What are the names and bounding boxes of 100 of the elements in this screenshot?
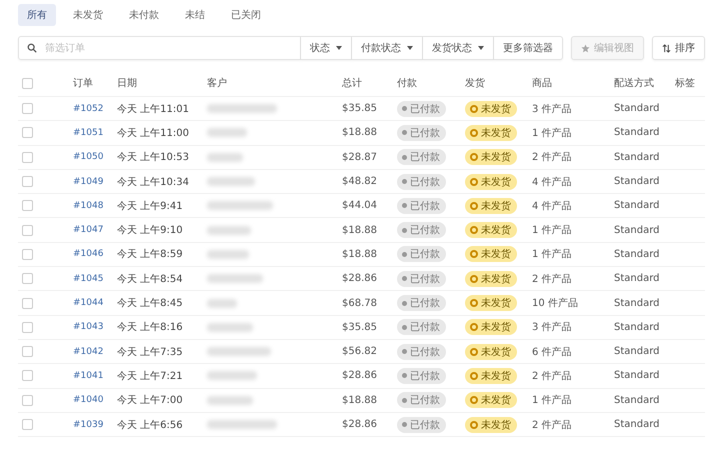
- checkbox[interactable]: [22, 200, 33, 212]
- payment-badge: 已付款: [397, 295, 446, 312]
- order-link[interactable]: #1042: [73, 346, 104, 357]
- table-cell-text: 4 件产品: [532, 200, 572, 213]
- sort-button[interactable]: 排序: [652, 36, 705, 60]
- fulfillment-badge: 未发货: [465, 124, 517, 141]
- order-link[interactable]: #1044: [73, 298, 104, 308]
- order-link[interactable]: #1050: [73, 152, 104, 162]
- fulfillment-badge: 未发货: [465, 368, 517, 384]
- filter-tab[interactable]: 未发货: [64, 4, 112, 26]
- payment-badge: 已付款: [397, 124, 446, 141]
- checkbox[interactable]: [22, 298, 33, 309]
- table-cell: $28.87: [342, 152, 377, 163]
- order-link[interactable]: #1049: [73, 176, 104, 187]
- checkbox[interactable]: [22, 419, 33, 430]
- table-cell-text: 3 件产品: [532, 102, 572, 116]
- checkbox[interactable]: [22, 127, 33, 138]
- filter-tab[interactable]: 未付款: [120, 4, 168, 26]
- fulfillment-badge: 未发货: [465, 222, 517, 238]
- fulfillment-badge: 未发货: [465, 416, 517, 432]
- order-link[interactable]: #1040: [73, 395, 104, 406]
- checkbox[interactable]: [22, 152, 33, 163]
- order-link[interactable]: #1043: [73, 322, 104, 332]
- table-cell: $28.86: [342, 419, 377, 430]
- fulfillment-badge: 未发货: [465, 295, 517, 312]
- order-link[interactable]: #1039: [73, 420, 104, 430]
- table-cell: Standard: [614, 298, 660, 309]
- table-cell-text: 今天 上午8:16: [117, 320, 183, 334]
- search-field[interactable]: 筛选订单: [18, 36, 301, 60]
- table-cell-text: 1 件产品: [532, 248, 572, 262]
- redacted-text: [207, 201, 273, 210]
- fulfillment-badge: 未发货: [465, 174, 517, 190]
- redacted-text: [207, 322, 253, 332]
- checkbox[interactable]: [22, 248, 33, 260]
- payment-badge: 已付款: [397, 368, 446, 384]
- filter-button[interactable]: 状态: [301, 36, 352, 60]
- fulfillment-badge: 未发货: [465, 270, 517, 287]
- table-cell-text: 1 件产品: [532, 224, 572, 238]
- table-cell-text: 今天 上午7:35: [117, 346, 183, 359]
- table-cell: Standard: [614, 103, 660, 114]
- fulfillment-badge: 未发货: [465, 344, 517, 360]
- filter-tab[interactable]: 所有: [18, 4, 56, 26]
- table-cell: $18.88: [342, 394, 377, 406]
- checkbox[interactable]: [22, 346, 33, 358]
- redacted-text: [207, 177, 255, 186]
- filter-button[interactable]: 更多筛选器: [494, 36, 563, 60]
- payment-badge: 已付款: [397, 222, 446, 238]
- redacted-text: [207, 226, 251, 235]
- filter-tab[interactable]: 未结: [176, 4, 214, 26]
- checkbox[interactable]: [22, 224, 33, 236]
- payment-badge: 已付款: [397, 392, 446, 408]
- order-link[interactable]: #1047: [73, 225, 104, 236]
- table-cell-text: 今天 上午6:56: [117, 418, 183, 432]
- filter-tab[interactable]: 已关闭: [222, 4, 270, 26]
- table-cell-text: 今天 上午7:21: [117, 370, 183, 383]
- column-header: 总计: [342, 76, 362, 90]
- table-cell: $44.04: [342, 200, 377, 212]
- table-cell-text: 2 件产品: [532, 272, 572, 286]
- table-cell-text: 今天 上午9:41: [117, 200, 183, 213]
- checkbox[interactable]: [22, 322, 33, 333]
- table-cell: $35.85: [342, 322, 377, 333]
- fulfillment-badge: 未发货: [465, 100, 517, 117]
- table-cell-text: 今天 上午8:54: [117, 272, 183, 286]
- table-cell: $35.85: [342, 103, 377, 114]
- order-link[interactable]: #1052: [73, 104, 104, 114]
- redacted-text: [207, 420, 277, 429]
- payment-badge: 已付款: [397, 270, 446, 287]
- checkbox[interactable]: [22, 78, 33, 88]
- order-link[interactable]: #1041: [73, 370, 104, 381]
- checkbox[interactable]: [22, 103, 33, 114]
- column-header: 日期: [117, 76, 137, 90]
- table-cell-text: 2 件产品: [532, 150, 572, 164]
- star-icon: [581, 44, 590, 52]
- table-cell-text: 今天 上午10:34: [117, 176, 189, 189]
- table-cell: $68.78: [342, 298, 377, 309]
- checkbox[interactable]: [22, 273, 33, 284]
- checkbox[interactable]: [22, 176, 33, 188]
- search-field[interactable]: 筛选订单: [43, 42, 300, 54]
- table-cell: Standard: [614, 370, 660, 382]
- order-link[interactable]: #1045: [73, 274, 104, 284]
- column-header: 配送方式: [614, 76, 654, 90]
- table-cell: Standard: [614, 152, 660, 163]
- table-cell: Standard: [614, 127, 660, 138]
- column-header: 标签: [675, 76, 695, 90]
- table-cell: $18.88: [342, 127, 377, 138]
- payment-badge: 已付款: [397, 149, 446, 166]
- payment-badge: 已付款: [397, 100, 446, 117]
- checkbox[interactable]: [22, 394, 33, 406]
- table-cell: Standard: [614, 394, 660, 406]
- filter-button[interactable]: 付款状态: [352, 36, 423, 60]
- order-link[interactable]: #1046: [73, 249, 104, 260]
- checkbox[interactable]: [22, 370, 33, 382]
- payment-badge: 已付款: [397, 319, 446, 336]
- table-cell-text: 4 件产品: [532, 176, 572, 189]
- filter-button[interactable]: 发货状态: [423, 36, 494, 60]
- order-link[interactable]: #1051: [73, 128, 104, 138]
- table-cell-text: 今天 上午9:10: [117, 224, 183, 238]
- column-header: 付款: [397, 77, 417, 90]
- order-link[interactable]: #1048: [73, 200, 104, 211]
- table-cell: $18.88: [342, 248, 377, 260]
